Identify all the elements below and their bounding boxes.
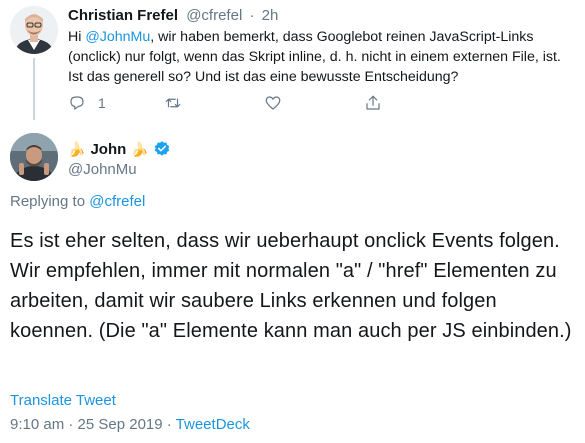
main-author-name-row[interactable]: 🍌 John 🍌	[68, 140, 171, 158]
parent-tweet-header: Christian Frefel @cfrefel · 2h	[68, 7, 278, 25]
meta-separator: ·	[162, 416, 176, 433]
parent-tweet-text: Hi @JohnMu, wir haben bemerkt, dass Goog…	[68, 27, 578, 87]
parent-tweet[interactable]: Christian Frefel @cfrefel · 2h Hi @JohnM…	[0, 0, 585, 126]
parent-tweet-actions: 1	[68, 93, 388, 113]
avatar-christian-frefel[interactable]	[10, 6, 58, 54]
replying-to-line: Replying to @cfrefel	[10, 193, 145, 210]
share-icon	[366, 95, 380, 110]
reply-button[interactable]: 1	[68, 93, 106, 113]
retweet-button[interactable]	[164, 93, 182, 113]
main-tweet-text: Es ist eher selten, dass wir ueberhaupt …	[10, 230, 572, 342]
parent-tweet-time[interactable]: 2h	[262, 7, 279, 24]
parent-text-prefix: Hi	[68, 29, 86, 45]
tweet-timestamp[interactable]: 9:10 am · 25 Sep 2019	[10, 416, 163, 433]
avatar-john-mu[interactable]	[10, 133, 58, 181]
reply-count: 1	[98, 95, 106, 111]
translate-tweet-link[interactable]: Translate Tweet	[10, 392, 116, 409]
main-tweet-header: 🍌 John 🍌 @JohnMu	[0, 128, 585, 188]
tweet-metadata: 9:10 am · 25 Sep 2019 · TweetDeck	[10, 416, 250, 433]
like-button[interactable]	[264, 93, 282, 113]
like-icon	[265, 96, 281, 110]
parent-author-name[interactable]: Christian Frefel	[68, 7, 178, 24]
tweet-source-link[interactable]: TweetDeck	[176, 416, 250, 433]
header-separator: ·	[249, 7, 255, 24]
banana-emoji-icon: 🍌	[68, 140, 86, 157]
verified-badge-icon	[154, 141, 169, 156]
replying-prefix: Replying to	[10, 193, 90, 210]
mention-link-johnmu[interactable]: @JohnMu	[85, 29, 150, 45]
reply-icon	[70, 96, 84, 110]
banana-emoji-icon: 🍌	[131, 140, 149, 157]
main-author-handle[interactable]: @JohnMu	[68, 161, 137, 178]
share-button[interactable]	[364, 93, 382, 113]
thread-connector-line	[33, 58, 35, 120]
retweet-icon	[165, 98, 181, 108]
mention-link-cfrefel[interactable]: @cfrefel	[89, 193, 145, 210]
parent-author-handle[interactable]: @cfrefel	[186, 7, 242, 24]
main-author-name: John	[90, 140, 127, 158]
